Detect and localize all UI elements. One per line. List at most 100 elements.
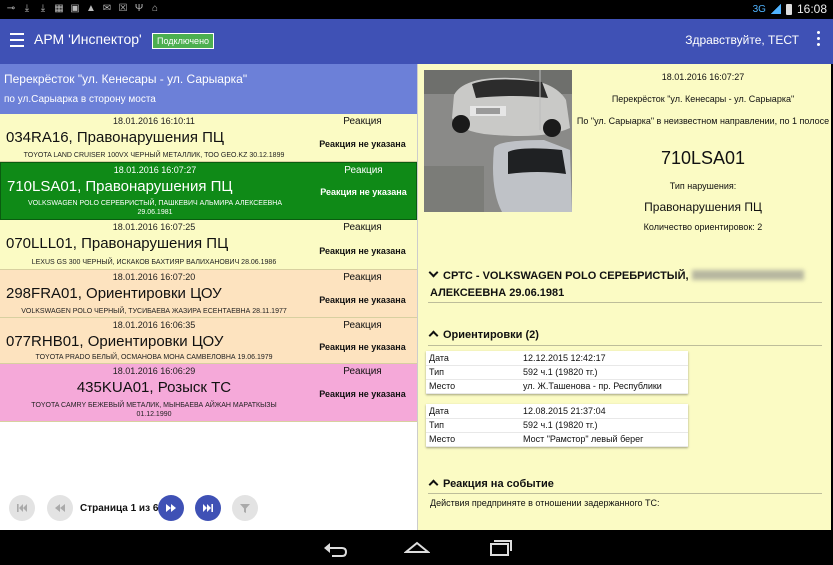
usb-icon: Ψ [134, 3, 144, 14]
signal-icon [770, 4, 781, 14]
previous-page-button[interactable] [47, 495, 73, 521]
table-row: Тип 592 ч.1 (19820 тг.) [426, 418, 688, 433]
filter-icon [240, 504, 250, 513]
chevron-up-icon [428, 479, 439, 490]
event-description: TOYOTA LAND CRUISER 100VX ЧЕРНЫЙ МЕТАЛЛИ… [23, 152, 285, 159]
menu-icon[interactable] [10, 33, 24, 47]
event-reaction: Реакция не указана [319, 342, 406, 352]
event-time: 18.01.2016 16:07:25 [112, 222, 196, 232]
detail-plate: 710LSA01 [660, 148, 746, 168]
download-icon: ⤓ [40, 3, 46, 14]
divider [428, 493, 822, 494]
location-title: Перекрёсток "ул. Кенесары - ул. Сарыарка… [4, 72, 248, 86]
event-reaction: Реакция не указана [320, 187, 407, 197]
first-page-button[interactable] [9, 495, 35, 521]
event-reaction-label: Реакция [343, 366, 382, 377]
srts-owner-text-2: АЛЕКСЕЕВНА 29.06.1981 [430, 287, 565, 299]
event-time: 18.01.2016 16:06:29 [112, 366, 196, 376]
field-label: Место [426, 379, 520, 394]
chevron-down-icon [428, 267, 439, 278]
connection-badge: Подключено [152, 33, 215, 49]
page-indicator: Страница 1 из 6 [80, 503, 159, 514]
overflow-menu-icon[interactable] [815, 31, 821, 51]
field-label: Тип [426, 365, 520, 380]
field-value: 12.12.2015 12:42:17 [520, 351, 688, 366]
event-reaction-label: Реакция [343, 116, 382, 127]
home-icon [403, 541, 431, 553]
download-icon: ⤓ [24, 3, 30, 14]
field-label: Место [426, 432, 520, 447]
event-item[interactable]: 18.01.2016 16:06:29 435KUA01, Розыск ТС … [0, 364, 417, 422]
reaction-prompt: Действия предприняте в отношении задержа… [430, 498, 660, 508]
event-reaction-label: Реакция [344, 165, 383, 176]
field-value: 592 ч.1 (19820 тг.) [520, 418, 688, 433]
event-title: 298FRA01, Ориентировки ЦОУ [6, 285, 222, 302]
warning-icon: ▲ [86, 3, 96, 14]
last-page-icon [203, 504, 213, 512]
event-item[interactable]: 18.01.2016 16:10:11 034RA16, Правонаруше… [0, 114, 417, 162]
event-item[interactable]: 18.01.2016 16:06:35 077RHB01, Ориентиров… [0, 318, 417, 364]
srts-section-toggle[interactable]: СРТС - VOLKSWAGEN POLO СЕРЕБРИСТЫЙ, АЛЕК… [428, 267, 810, 302]
event-item[interactable]: 18.01.2016 16:07:25 070LLL01, Правонаруш… [0, 220, 417, 270]
rewind-icon [55, 504, 65, 512]
home-button[interactable] [403, 538, 431, 558]
field-value: 12.08.2015 21:37:04 [520, 404, 688, 419]
status-bar: ⊸ ⤓ ⤓ ▦ ▣ ▲ ✉ ☒ Ψ ⌂ 3G 16:08 [0, 0, 833, 19]
vehicle-photo[interactable] [424, 70, 572, 212]
table-row: Дата 12.08.2015 21:37:04 [426, 404, 688, 419]
event-reaction: Реакция не указана [319, 389, 406, 399]
recent-apps-button[interactable] [488, 538, 514, 558]
mail-icon: ✉ [102, 3, 112, 14]
event-reaction-label: Реакция [343, 272, 382, 283]
fast-forward-icon [166, 504, 176, 512]
violation-type: Правонарушения ПЦ [644, 200, 762, 214]
table-row: Дата 12.12.2015 12:42:17 [426, 351, 688, 366]
box-icon: ☒ [118, 3, 128, 14]
event-title: 077RHB01, Ориентировки ЦОУ [6, 333, 224, 350]
event-reaction: Реакция не указана [319, 246, 406, 256]
event-description: VOLKSWAGEN POLO ЧЕРНЫЙ, ТУСИБАЕВА ЖАЗИРА… [21, 308, 287, 315]
shopping-bag-icon: ⌂ [151, 3, 159, 14]
field-value: 592 ч.1 (19820 тг.) [520, 365, 688, 380]
event-item[interactable]: 18.01.2016 16:07:27 710LSA01, Правонаруш… [0, 162, 417, 220]
orientation-table: Дата 12.12.2015 12:42:17 Тип 592 ч.1 (1982… [426, 351, 688, 394]
event-time: 18.01.2016 16:10:11 [113, 116, 195, 126]
event-description: TOYOTA PRADO БЕЛЫЙ, ОСМАНОВА МОНА САМВЕЛ… [35, 354, 273, 361]
event-reaction: Реакция не указана [319, 295, 406, 305]
reaction-section-toggle[interactable]: Реакция на событие [428, 478, 554, 490]
next-page-button[interactable] [158, 495, 184, 521]
back-button[interactable] [322, 538, 348, 558]
tablet-screen: ⊸ ⤓ ⤓ ▦ ▣ ▲ ✉ ☒ Ψ ⌂ 3G 16:08 АРМ 'Инспек… [0, 0, 833, 565]
user-greeting[interactable]: Здравствуйте, ТЕСТ [685, 33, 799, 47]
clock: 16:08 [796, 2, 827, 16]
detail-date: 18.01.2016 16:07:27 [661, 72, 745, 82]
divider [428, 345, 822, 346]
calendar-icon: ▦ [54, 3, 64, 14]
event-item[interactable]: 18.01.2016 16:07:20 298FRA01, Ориентиров… [0, 270, 417, 318]
network-type: 3G [752, 3, 766, 15]
orientations-section-toggle[interactable]: Ориентировки (2) [428, 329, 539, 341]
field-value: Мост "Рамстор" левый берег [520, 432, 688, 447]
event-title: 435KUA01, Розыск ТС [76, 379, 232, 396]
event-title: 070LLL01, Правонарушения ПЦ [6, 235, 229, 252]
last-page-button[interactable] [195, 495, 221, 521]
key-icon: ⊸ [6, 3, 16, 14]
app-title: АРМ 'Инспектор' [34, 31, 142, 47]
detail-direction: По "ул. Сарыарка" в неизвестном направле… [576, 116, 830, 126]
reaction-title: Реакция на событие [443, 478, 554, 490]
srts-owner-text: СРТС - VOLKSWAGEN POLO СЕРЕБРИСТЫЙ, [443, 270, 689, 282]
detail-intersection: Перекрёсток "ул. Кенесары - ул. Сарыарка… [611, 94, 795, 104]
event-time: 18.01.2016 16:07:20 [112, 272, 196, 282]
event-reaction: Реакция не указана [319, 139, 406, 149]
filter-button[interactable] [232, 495, 258, 521]
table-row: Тип 592 ч.1 (19820 тг.) [426, 365, 688, 380]
location-header: Перекрёсток "ул. Кенесары - ул. Сарыарка… [0, 64, 417, 114]
field-value: ул. Ж.Ташенова - пр. Республики [520, 379, 688, 394]
field-label: Дата [426, 351, 520, 366]
system-nav-bar [0, 530, 833, 565]
notification-icons: ⊸ ⤓ ⤓ ▦ ▣ ▲ ✉ ☒ Ψ ⌂ [6, 3, 160, 14]
event-detail-panel: 18.01.2016 16:07:27 Перекрёсток "ул. Кен… [417, 64, 831, 530]
field-label: Тип [426, 418, 520, 433]
chevron-up-icon [428, 330, 439, 341]
pagination: Страница 1 из 6 [0, 492, 417, 530]
